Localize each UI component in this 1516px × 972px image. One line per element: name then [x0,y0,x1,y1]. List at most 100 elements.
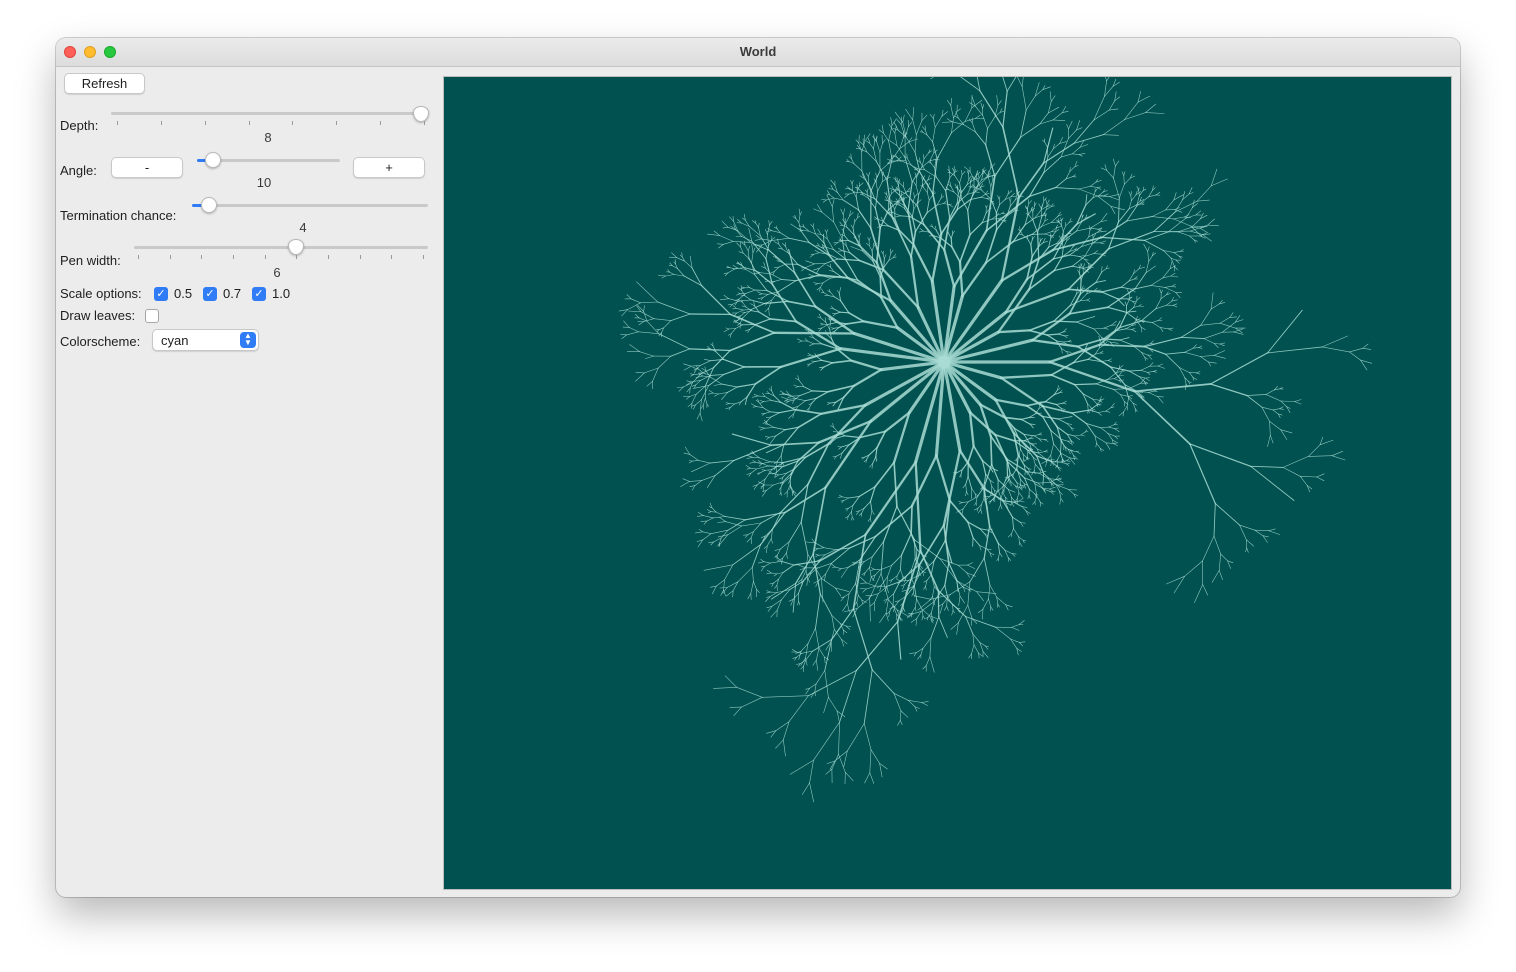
branch-line [842,603,848,612]
branch-line [1020,416,1030,420]
branch-line [1316,476,1325,482]
pen-width-slider-knob[interactable] [288,239,304,255]
branch-line [749,287,756,291]
branch-line [1261,406,1274,411]
branch-line [809,361,816,365]
branch-line [721,220,729,228]
branch-line [936,132,952,160]
branch-line [1209,352,1269,385]
branch-line [1097,410,1106,413]
branch-line [819,593,833,616]
branch-line [1071,147,1081,155]
branch-line [756,465,769,470]
branch-line [1019,500,1025,503]
branch-line [1071,409,1091,414]
scale-0-5-checkbox[interactable]: ✓ [154,287,168,301]
branch-line [864,772,871,784]
branch-line [852,608,873,671]
branch-line [723,328,730,333]
branch-line [831,206,835,223]
branch-line [1125,310,1137,313]
draw-leaves-checkbox[interactable] [145,309,159,323]
branch-line [1261,406,1270,422]
branch-line [1032,236,1035,240]
branch-line [842,199,860,211]
branch-line [1265,389,1275,395]
angle-decrease-button[interactable]: - [111,157,183,178]
branch-line [1185,207,1193,219]
termination-slider-knob[interactable] [201,197,217,213]
branch-line [1020,109,1027,138]
angle-increase-button[interactable]: + [353,157,425,178]
branch-line [709,585,717,588]
branch-line [951,610,954,616]
branch-line [1147,371,1154,373]
branch-line [762,392,766,397]
colorscheme-select[interactable]: cyan ▲ ▼ [152,329,259,351]
scale-1-0-checkbox[interactable]: ✓ [252,287,266,301]
branch-line [1268,528,1276,532]
branch-line [761,695,809,698]
branch-line [751,566,754,582]
branch-line [1279,406,1284,410]
branch-line [933,584,946,602]
branch-line [1105,407,1112,412]
branch-line [872,456,877,465]
branch-line [863,723,872,751]
branch-line [970,196,982,200]
scale-0-7-checkbox[interactable]: ✓ [203,287,217,301]
fractal-canvas[interactable] [443,76,1452,890]
branch-line [657,355,672,369]
branch-line [1269,421,1282,431]
branch-line [718,516,727,523]
branch-line [902,114,905,123]
branch-line [830,179,836,186]
branch-line [1041,209,1047,218]
branch-line [780,278,797,282]
branch-line [1214,503,1241,526]
branch-line [871,541,885,558]
branch-line [1150,277,1164,286]
branch-line [925,656,931,666]
branch-line [805,263,815,268]
branch-line [987,116,996,129]
branch-line [863,501,871,509]
branch-line [1079,293,1088,302]
branch-line [815,647,820,661]
pen-width-slider-track[interactable] [134,246,428,249]
branch-line [761,469,766,471]
branch-line [1107,360,1112,362]
depth-slider-track[interactable] [111,112,429,115]
branch-line [917,654,922,660]
branch-line [813,721,840,761]
branch-line [842,208,845,216]
termination-slider-track[interactable] [192,204,428,207]
branch-line [1195,210,1202,216]
branch-line [695,531,703,534]
branch-line [815,670,826,685]
branch-line [715,579,725,587]
branch-line [1033,434,1040,437]
branch-line [1191,218,1201,228]
branch-line [800,521,809,555]
branch-line [1143,336,1182,348]
branch-line [1011,627,1020,631]
branch-line [770,609,778,618]
branch-line [1002,500,1014,518]
branch-line [797,412,823,429]
branch-line [926,134,933,143]
branch-line [658,333,691,350]
branch-line [1114,428,1120,433]
branch-line [823,547,837,551]
branch-line [745,465,751,469]
branch-line [714,393,719,397]
branch-line [1058,221,1062,226]
branch-line [869,749,872,774]
refresh-button[interactable]: Refresh [64,73,145,94]
depth-slider-knob[interactable] [413,106,429,122]
pen-width-slider-ticks [138,255,424,260]
angle-slider-knob[interactable] [205,152,221,168]
branch-line [751,252,754,264]
branch-line [938,616,948,638]
branch-line [1203,338,1215,344]
